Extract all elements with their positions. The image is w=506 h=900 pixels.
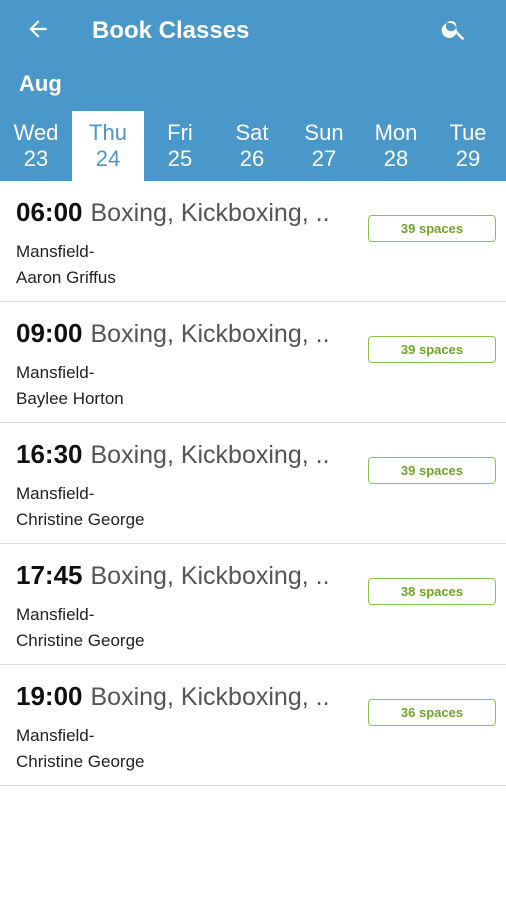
class-instructor: Christine George [16,631,145,650]
class-details: Mansfield- Christine George [16,602,145,654]
day-tab-sun[interactable]: Sun 27 [288,111,360,181]
day-name: Sun [304,120,344,145]
class-instructor: Christine George [16,510,145,529]
day-number: 28 [383,146,409,171]
class-name: Boxing, Kickboxing, ... [90,320,331,348]
class-time: 16:30 [16,439,83,469]
class-location: Mansfield- [16,605,95,624]
class-row[interactable]: 16:30 Boxing, Kickboxing, ... Mansfield- Ch… [0,423,506,544]
day-name: Sat [235,120,269,145]
class-header: 06:00 Boxing, Kickboxing, ... [16,197,331,228]
spaces-badge[interactable]: 39 spaces [368,336,496,363]
class-location: Mansfield- [16,726,95,745]
class-row[interactable]: 09:00 Boxing, Kickboxing, ... Mansfield- Ba… [0,302,506,423]
day-tab-mon[interactable]: Mon 28 [360,111,432,181]
class-row[interactable]: 17:45 Boxing, Kickboxing, ... Mansfield- Ch… [0,544,506,665]
spaces-badge[interactable]: 39 spaces [368,215,496,242]
day-number: 25 [167,146,193,171]
day-number: 27 [311,146,337,171]
class-header: 09:00 Boxing, Kickboxing, ... [16,318,331,349]
app-bar: Book Classes [0,0,506,62]
class-instructor: Aaron Griffus [16,268,116,287]
day-name: Fri [167,120,193,145]
day-tab-thu[interactable]: Thu 24 [72,111,144,181]
class-instructor: Baylee Horton [16,389,124,408]
class-location: Mansfield- [16,484,95,503]
day-number: 23 [23,146,49,171]
class-row[interactable]: 19:00 Boxing, Kickboxing, ... Mansfield- Ch… [0,665,506,786]
class-details: Mansfield- Christine George [16,481,145,533]
class-name: Boxing, Kickboxing, ... [90,441,331,469]
class-list: 06:00 Boxing, Kickboxing, ... Mansfield- Aa… [0,181,506,786]
day-tab-tue[interactable]: Tue 29 [432,111,504,181]
back-button[interactable] [22,15,54,47]
class-name: Boxing, Kickboxing, ... [90,683,331,711]
month-label: Aug [19,71,62,96]
class-details: Mansfield- Aaron Griffus [16,239,116,291]
class-header: 16:30 Boxing, Kickboxing, ... [16,439,331,470]
class-name: Boxing, Kickboxing, ... [90,199,331,227]
day-name: Tue [449,120,487,145]
class-name: Boxing, Kickboxing, ... [90,562,331,590]
day-name: Wed [13,120,59,145]
day-tab-sat[interactable]: Sat 26 [216,111,288,181]
arrow-left-icon [25,16,51,47]
day-name: Mon [374,120,418,145]
class-location: Mansfield- [16,363,95,382]
class-time: 19:00 [16,681,83,711]
day-number: 26 [239,146,265,171]
class-details: Mansfield- Baylee Horton [16,360,124,412]
day-tab-wed[interactable]: Wed 23 [0,111,72,181]
spaces-badge[interactable]: 39 spaces [368,457,496,484]
class-details: Mansfield- Christine George [16,723,145,775]
class-location: Mansfield- [16,242,95,261]
spaces-badge[interactable]: 36 spaces [368,699,496,726]
search-button[interactable] [438,15,470,47]
class-time: 06:00 [16,197,83,227]
day-number: 24 [95,146,121,171]
page-title: Book Classes [92,17,250,44]
class-row[interactable]: 06:00 Boxing, Kickboxing, ... Mansfield- Aa… [0,181,506,302]
header: Book Classes Aug Wed 23 Thu 24 Fri 25 Sat 26 Sun… [0,0,506,181]
search-icon [440,15,468,48]
day-number: 29 [455,146,481,171]
class-instructor: Christine George [16,752,145,771]
day-name: Thu [89,120,127,145]
day-selector: Wed 23 Thu 24 Fri 25 Sat 26 Sun 27 Mon 28 Tue 29 [0,106,506,181]
spaces-badge[interactable]: 38 spaces [368,578,496,605]
day-tab-fri[interactable]: Fri 25 [144,111,216,181]
class-header: 19:00 Boxing, Kickboxing, ... [16,681,331,712]
class-time: 09:00 [16,318,83,348]
class-time: 17:45 [16,560,83,590]
class-header: 17:45 Boxing, Kickboxing, ... [16,560,331,591]
